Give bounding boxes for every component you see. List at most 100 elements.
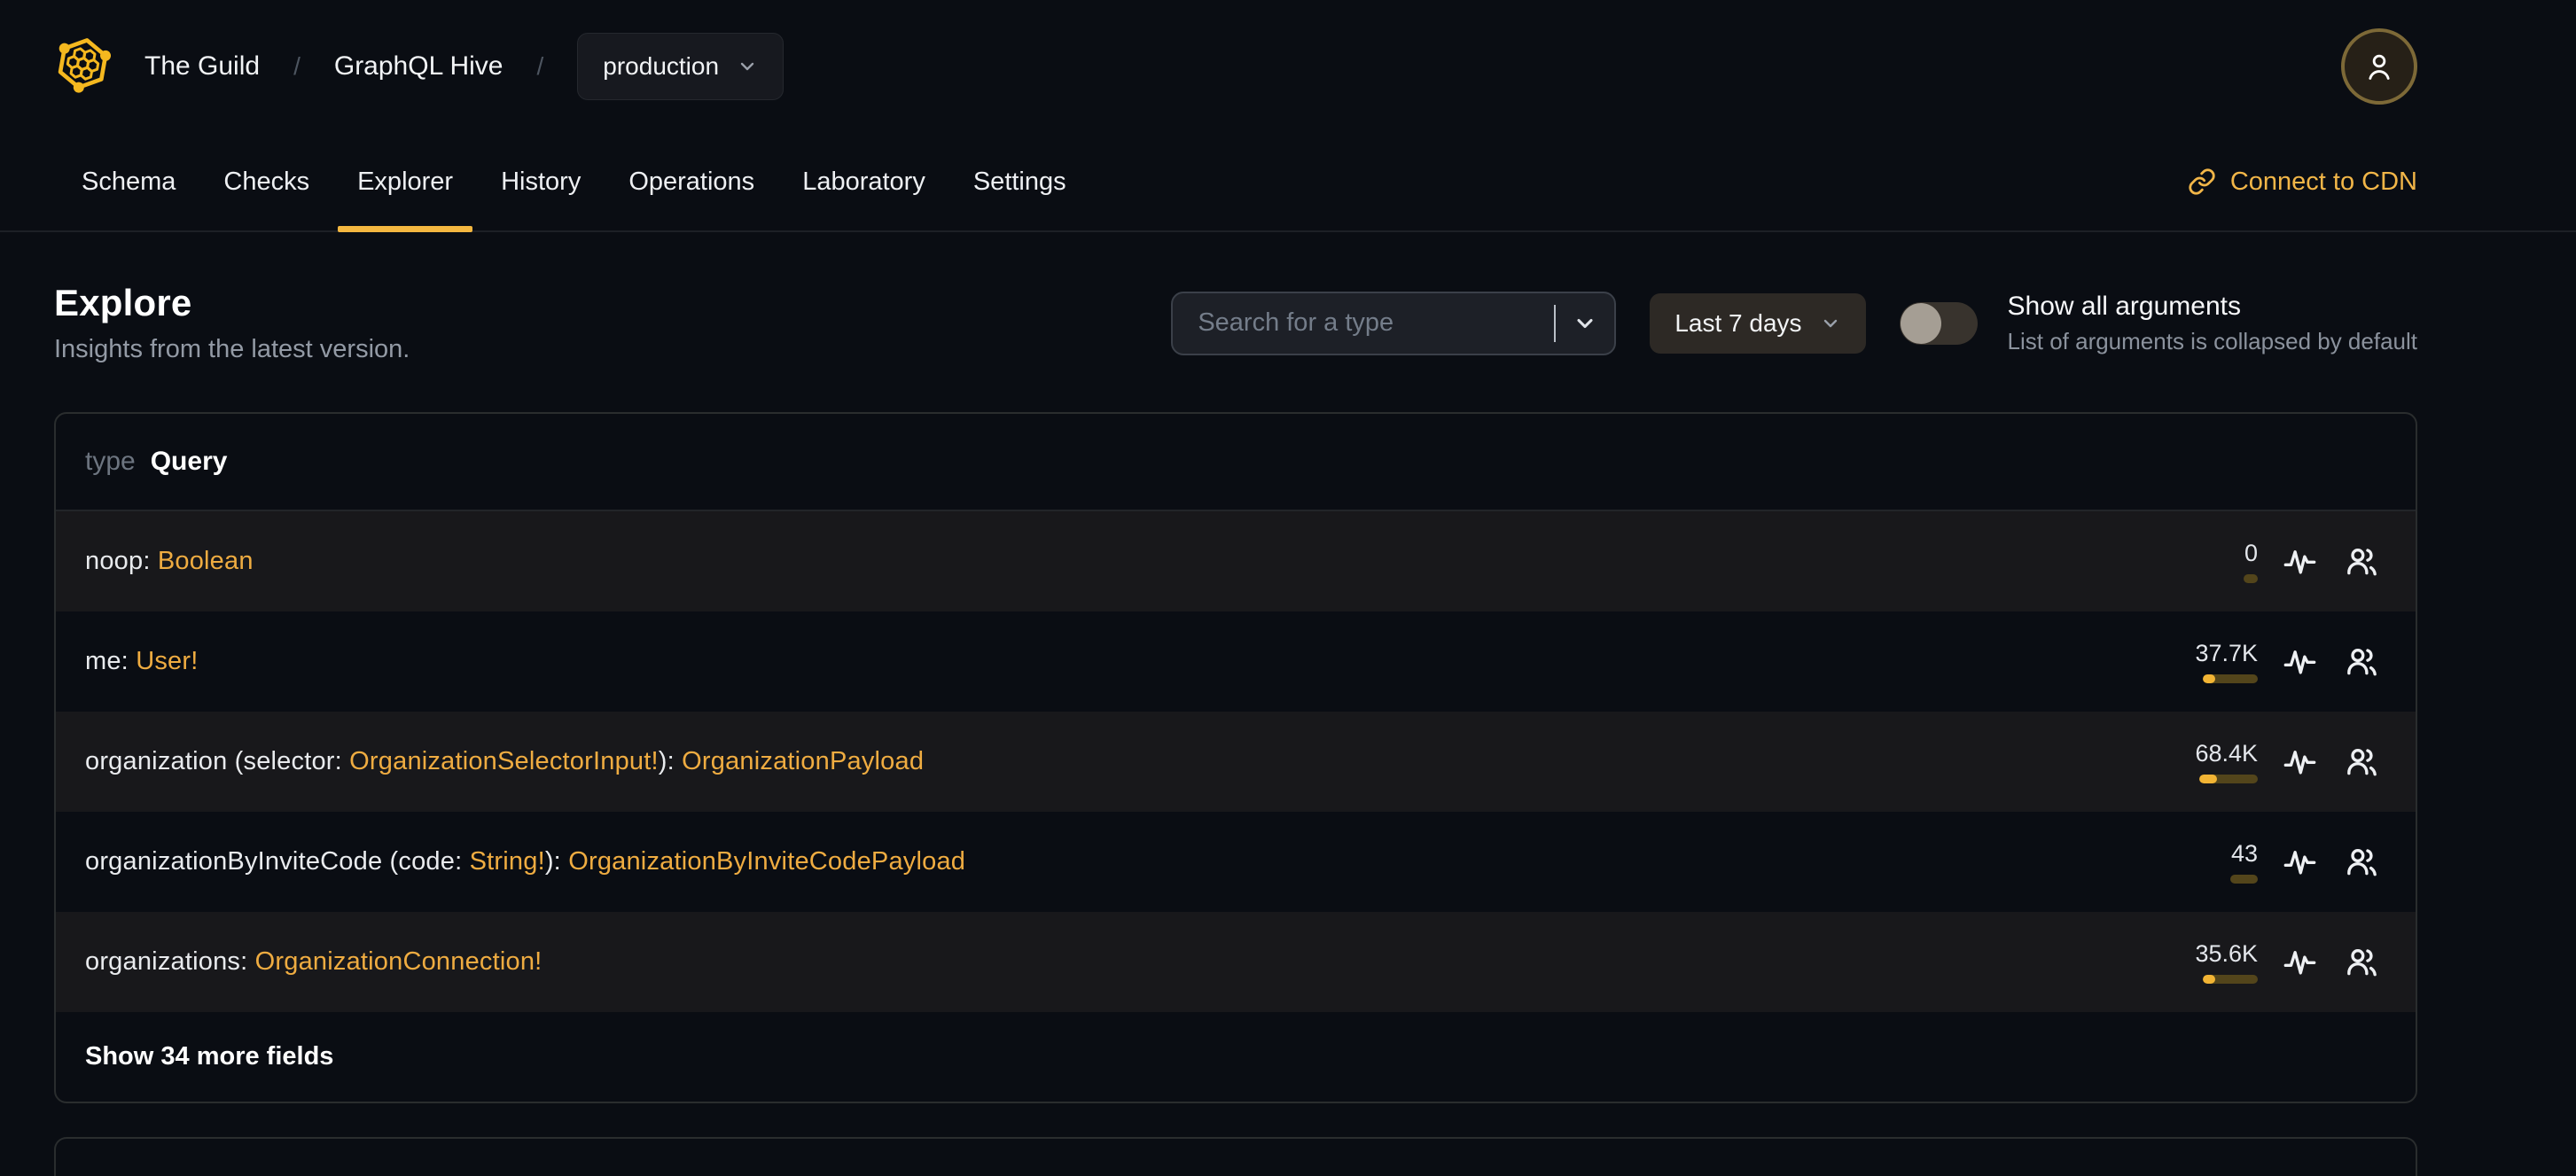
field-usage-stat: 0 <box>2169 540 2258 583</box>
hive-logo-icon <box>58 38 111 93</box>
users-icon <box>2346 849 2377 876</box>
field-usage-bar <box>2203 975 2258 984</box>
type-card-header: type Query <box>56 414 2416 511</box>
show-arguments-toggle[interactable] <box>1899 301 1978 345</box>
explorer-controls: Last 7 days Show all arguments List of a… <box>1171 291 2417 355</box>
users-icon <box>2346 949 2377 977</box>
tab-checks[interactable]: Checks <box>199 133 333 230</box>
field-usage-count: 37.7K <box>2195 640 2258 666</box>
breadcrumb-organization[interactable]: The Guild <box>144 51 260 82</box>
field-usage-count: 68.4K <box>2195 740 2258 767</box>
field-clients-button[interactable] <box>2341 942 2382 983</box>
pulse-icon <box>2283 650 2315 674</box>
field-activity-button[interactable] <box>2279 541 2320 582</box>
field-clients-button[interactable] <box>2341 642 2382 682</box>
type-link[interactable]: OrganizationConnection! <box>255 947 543 976</box>
type-search-combobox <box>1171 291 1617 355</box>
field-activity-button[interactable] <box>2279 942 2320 983</box>
field-metrics: 43 <box>2169 840 2382 884</box>
field-metrics: 68.4K <box>2169 740 2382 783</box>
field-clients-button[interactable] <box>2341 541 2382 582</box>
period-selector[interactable]: Last 7 days <box>1650 292 1866 354</box>
type-kind-label: type <box>85 447 136 476</box>
field-row: organization (selector: OrganizationSele… <box>56 712 2416 812</box>
type-search-dropdown-button[interactable] <box>1556 293 1614 354</box>
tab-label: Laboratory <box>802 167 925 196</box>
field-usage-stat: 68.4K <box>2169 740 2258 783</box>
field-clients-button[interactable] <box>2341 842 2382 883</box>
user-menu-button[interactable] <box>2341 28 2417 105</box>
tab-label: History <box>501 167 582 196</box>
tab-operations[interactable]: Operations <box>605 133 778 230</box>
field-metrics: 37.7K <box>2169 640 2382 683</box>
pulse-icon <box>2283 751 2315 775</box>
type-link[interactable]: User! <box>136 647 198 675</box>
chevron-down-icon <box>1577 318 1593 328</box>
field-signature: organization (selector: OrganizationSele… <box>85 747 2169 776</box>
tab-label: Explorer <box>357 167 454 196</box>
tab-list: Schema Checks Explorer History Operation… <box>58 133 1090 232</box>
field-signature: noop: Boolean <box>85 547 2169 576</box>
field-usage-count: 35.6K <box>2195 940 2258 967</box>
field-list: noop: Boolean 0 me: User! 37.7K organiza… <box>56 511 2416 1012</box>
tab-bar: Schema Checks Explorer History Operation… <box>0 133 2576 232</box>
type-name: Query <box>150 447 228 476</box>
field-usage-bar-fill <box>2203 674 2215 683</box>
tab-label: Checks <box>223 167 310 196</box>
connect-to-cdn-label: Connect to CDN <box>2229 167 2417 196</box>
field-metrics: 0 <box>2169 540 2382 583</box>
field-text: ): <box>658 747 683 775</box>
field-row: noop: Boolean 0 <box>56 511 2416 611</box>
field-usage-count: 43 <box>2230 840 2258 867</box>
pulse-icon <box>2283 951 2315 975</box>
field-clients-button[interactable] <box>2341 742 2382 783</box>
target-selector-value: production <box>603 52 720 80</box>
target-selector[interactable]: production <box>577 33 785 100</box>
users-icon <box>2346 649 2377 676</box>
type-link[interactable]: OrganizationSelectorInput! <box>349 747 659 775</box>
toggle-label: Show all arguments <box>2007 291 2241 321</box>
link-icon <box>2189 168 2215 195</box>
hive-logo[interactable] <box>54 35 111 97</box>
field-usage-stat: 35.6K <box>2169 940 2258 984</box>
tab-settings[interactable]: Settings <box>949 133 1090 230</box>
type-link[interactable]: Boolean <box>158 547 254 575</box>
toggle-knob <box>1900 302 1941 344</box>
connect-to-cdn-link[interactable]: Connect to CDN <box>2188 133 2417 230</box>
type-link[interactable]: OrganizationByInviteCodePayload <box>568 847 965 876</box>
type-search-input[interactable] <box>1173 308 1555 338</box>
field-usage-bar <box>2244 574 2258 583</box>
field-activity-button[interactable] <box>2279 742 2320 783</box>
type-card: type Query noop: Boolean 0 me: User! 37.… <box>54 412 2417 1103</box>
tab-explorer[interactable]: Explorer <box>333 133 477 232</box>
field-signature: organizations: OrganizationConnection! <box>85 947 2169 977</box>
type-link[interactable]: OrganizationPayload <box>682 747 924 775</box>
field-usage-bar-fill <box>2199 775 2217 783</box>
chevron-down-icon <box>1820 313 1841 334</box>
toggle-description: List of arguments is collapsed by defaul… <box>2007 327 2417 354</box>
field-usage-stat: 37.7K <box>2169 640 2258 683</box>
field-text: organization (selector: <box>85 747 350 775</box>
users-icon <box>2346 549 2377 576</box>
field-activity-button[interactable] <box>2279 842 2320 883</box>
field-metrics: 35.6K <box>2169 940 2382 984</box>
tab-label: Settings <box>972 167 1066 196</box>
tab-laboratory[interactable]: Laboratory <box>778 133 949 230</box>
chevron-down-icon <box>737 56 758 77</box>
tab-history[interactable]: History <box>477 133 605 230</box>
breadcrumb-separator: / <box>293 52 301 80</box>
type-link[interactable]: String! <box>470 847 545 876</box>
page: The Guild / GraphQL Hive / production Sc… <box>0 0 2576 1176</box>
tab-schema[interactable]: Schema <box>58 133 199 230</box>
field-text: noop: <box>85 547 158 575</box>
field-row: organizations: OrganizationConnection! 3… <box>56 912 2416 1012</box>
show-more-fields-button[interactable]: Show 34 more fields <box>56 1012 2416 1102</box>
field-usage-bar <box>2230 875 2258 884</box>
tab-label: Schema <box>82 167 176 196</box>
breadcrumb-project[interactable]: GraphQL Hive <box>334 51 503 82</box>
period-selector-value: Last 7 days <box>1674 308 1802 337</box>
page-title: Explore <box>54 282 192 323</box>
field-usage-count: 0 <box>2244 540 2258 566</box>
field-activity-button[interactable] <box>2279 642 2320 682</box>
breadcrumb-separator: / <box>536 52 544 80</box>
